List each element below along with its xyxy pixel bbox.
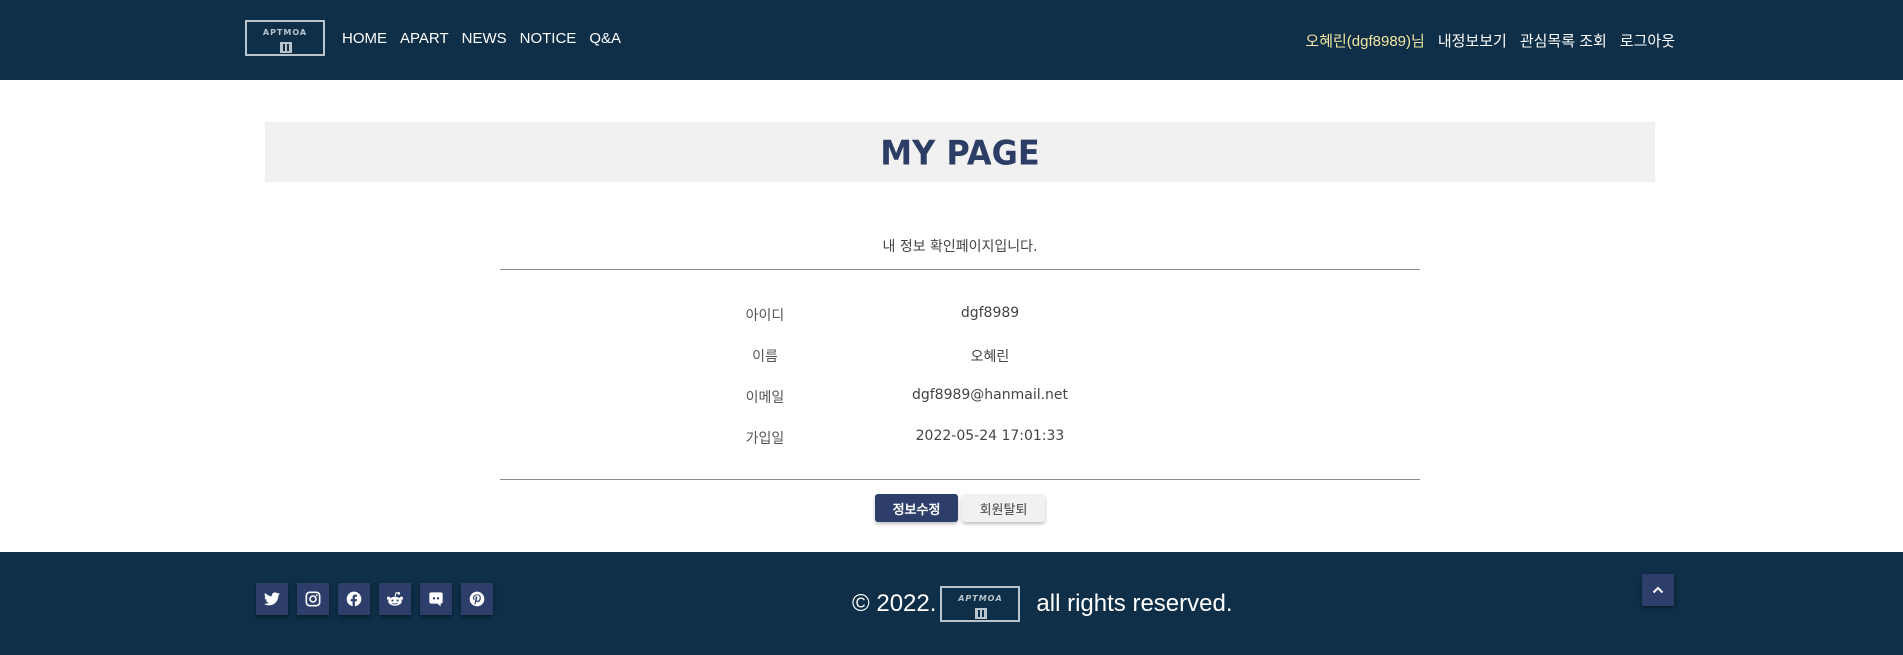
- info-value: 2022-05-24 17:01:33: [915, 428, 1065, 444]
- user-nav: 오혜린(dgf8989)님 내정보보기 관심목록 조회 로그아웃: [1305, 30, 1675, 51]
- copyright-prefix: © 2022.: [852, 590, 937, 617]
- info-label: 아이디: [745, 308, 785, 324]
- chevron-up-icon: [1652, 586, 1664, 594]
- logo[interactable]: APTMOA: [245, 20, 325, 56]
- facebook-icon[interactable]: [338, 583, 370, 615]
- scroll-to-top-button[interactable]: [1642, 574, 1674, 606]
- building-icon: [975, 608, 988, 619]
- info-row-id: 아이디 dgf8989: [500, 305, 1420, 325]
- instagram-icon[interactable]: [297, 583, 329, 615]
- twitter-icon[interactable]: [256, 583, 288, 615]
- nav-apart[interactable]: APART: [400, 30, 449, 47]
- footer-logo: APTMOA: [940, 586, 1021, 622]
- reddit-icon[interactable]: [379, 583, 411, 615]
- top-navbar: APTMOA HOME APART NEWS NOTICE Q&A 오혜린(dg…: [0, 0, 1903, 80]
- info-label: 가입일: [745, 431, 785, 447]
- divider-top: [500, 269, 1420, 270]
- withdraw-button[interactable]: 회원탈퇴: [962, 494, 1045, 522]
- nav-qna[interactable]: Q&A: [589, 30, 621, 47]
- copyright-suffix: all rights reserved.: [1036, 590, 1233, 617]
- info-label: 이메일: [745, 390, 785, 406]
- info-label: 이름: [752, 349, 778, 365]
- info-value: 오혜린: [970, 349, 1010, 365]
- user-greeting: 오혜린(dgf8989)님: [1305, 33, 1425, 50]
- page-banner: MY PAGE: [265, 122, 1655, 182]
- nav-notice[interactable]: NOTICE: [520, 30, 577, 47]
- social-links: [256, 583, 493, 615]
- building-icon: [280, 42, 292, 53]
- page-subtitle: 내 정보 확인페이지입니다.: [882, 239, 1038, 255]
- info-value: dgf8989@hanmail.net: [911, 387, 1069, 403]
- info-row-name: 이름 오혜린: [500, 346, 1420, 366]
- page-title: MY PAGE: [880, 133, 1040, 173]
- info-row-email: 이메일 dgf8989@hanmail.net: [500, 387, 1420, 407]
- pinterest-icon[interactable]: [461, 583, 493, 615]
- discord-icon[interactable]: [420, 583, 452, 615]
- copyright: © 2022. APTMOA all rights reserved.: [852, 584, 1233, 624]
- logo-text: APTMOA: [262, 28, 308, 37]
- info-row-joined: 가입일 2022-05-24 17:01:33: [500, 428, 1420, 448]
- info-value: dgf8989: [960, 305, 1020, 321]
- watchlist-link[interactable]: 관심목록 조회: [1520, 30, 1607, 51]
- edit-info-button[interactable]: 정보수정: [875, 494, 958, 522]
- main-nav: HOME APART NEWS NOTICE Q&A: [342, 30, 621, 47]
- my-info-link[interactable]: 내정보보기: [1438, 30, 1507, 51]
- footer-logo-text: APTMOA: [958, 594, 1003, 603]
- nav-home[interactable]: HOME: [342, 30, 387, 47]
- logout-link[interactable]: 로그아웃: [1620, 30, 1675, 51]
- divider-bottom: [500, 479, 1420, 480]
- nav-news[interactable]: NEWS: [462, 30, 507, 47]
